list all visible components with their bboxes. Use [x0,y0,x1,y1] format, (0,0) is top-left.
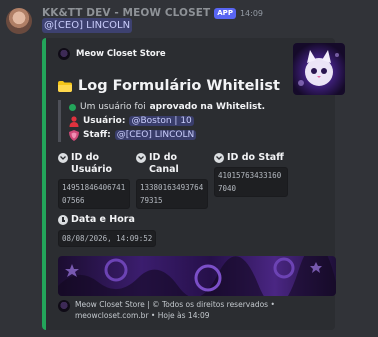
field-data-hora: Data e Hora 08/08/2026, 14:09:52 [58,214,157,247]
footer-line-1: Meow Closet Store | © Todos os direitos … [75,300,275,309]
chevron-circle-icon [136,153,146,163]
field-id-canal: ID do Canal 1338016349376479315 [136,152,208,209]
embed-title: Log Formulário Whitelist [58,78,280,94]
embed-card: Meow Closet Store Log Formulário Whiteli… [42,38,345,330]
embed-thumbnail[interactable] [293,43,345,95]
green-dot-icon [69,103,76,111]
author-name: Meow Closet Store [76,49,166,59]
approval-status: aprovado na Whitelist. [149,102,266,112]
app-badge: APP [214,7,236,19]
chat-message: KK&TT DEV - MEOW CLOSET APP 14:09 @[CEO]… [0,0,378,337]
chevron-circle-icon [214,153,224,163]
usuario-mention[interactable]: @Boston | 10 [129,116,194,126]
approval-line: Um usuário foi aprovado na Whitelist. [69,100,265,114]
user-avatar[interactable] [6,8,32,34]
embed-author: Meow Closet Store [58,48,166,60]
mention[interactable]: @[CEO] LINCOLN [42,18,133,33]
clock-icon [58,215,68,225]
title-text: Log Formulário Whitelist [78,78,280,94]
shield-pink-icon [69,129,79,141]
field-name: ID do Usuário [71,152,113,175]
field-name: ID do Canal [149,152,179,175]
footer-text: Meow Closet Store | © Todos os direitos … [75,299,275,321]
usuario-label: Usuário: [83,116,126,126]
embed-description: Um usuário foi aprovado na Whitelist. Us… [58,100,265,142]
field-value: 1338016349376479315 [136,179,208,209]
staff-line: Staff: @[CEO] LINCOLN [69,128,265,142]
footer-line-2: meowcloset.com.br • Hoje às 14:09 [75,311,210,320]
embed-banner-image[interactable] [58,256,336,296]
field-id-staff: ID do Staff 410157634331607040 [214,152,288,197]
field-name: Data e Hora [71,214,135,225]
folder-icon [58,80,72,92]
user-red-icon [69,115,79,127]
approval-prefix: Um usuário foi [80,102,146,112]
field-value: 1495184640674107566 [58,179,130,209]
usuario-line: Usuário: @Boston | 10 [69,114,265,128]
store-logo-icon [58,48,70,60]
staff-label: Staff: [83,130,111,140]
field-name: ID do Staff [227,152,284,163]
store-logo-icon [58,300,70,312]
field-value: 410157634331607040 [214,167,288,197]
timestamp: 14:09 [239,8,264,18]
field-value: 08/08/2026, 14:09:52 [58,230,157,247]
embed-footer: Meow Closet Store | © Todos os direitos … [58,299,333,321]
staff-mention[interactable]: @[CEO] LINCOLN [114,130,197,140]
chevron-circle-icon [58,153,68,163]
field-id-usuario: ID do Usuário 1495184640674107566 [58,152,130,209]
